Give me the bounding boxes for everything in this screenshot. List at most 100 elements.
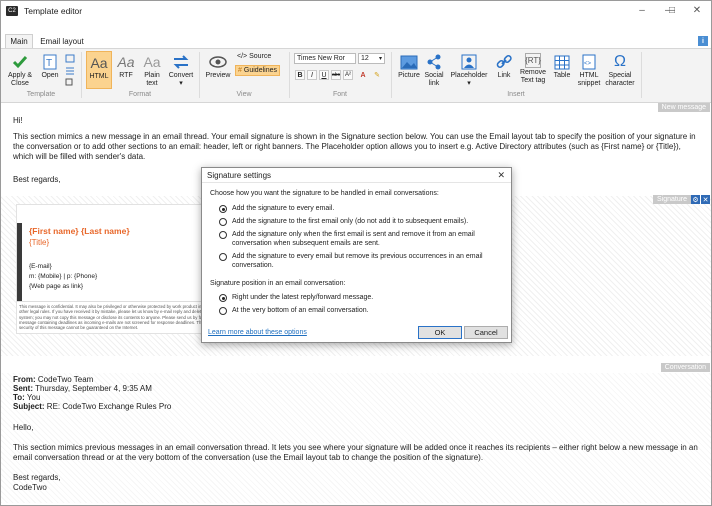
placeholder-person-icon — [459, 53, 479, 71]
new-message-label: New message — [657, 103, 710, 112]
html-format-button[interactable]: Aa HTML — [86, 51, 112, 89]
source-button[interactable]: </> Source — [237, 53, 271, 60]
svg-text:T: T — [46, 58, 52, 69]
preview-button[interactable]: Preview — [204, 53, 232, 80]
ok-button[interactable]: OK — [418, 326, 462, 339]
font-color-icon[interactable]: A — [358, 70, 368, 80]
tab-email-layout[interactable]: Email layout — [39, 34, 85, 48]
group-format-label: Format — [128, 91, 152, 98]
apply-close-button[interactable]: Apply & Close — [5, 53, 35, 88]
link-button[interactable]: Link — [493, 53, 515, 80]
link-chain-icon — [494, 53, 514, 71]
html-label: HTML — [89, 73, 109, 80]
picture-button[interactable]: Picture — [395, 53, 423, 80]
signature-name: {First name} {Last name} — [29, 226, 130, 236]
subject-label: Subject: — [13, 402, 45, 411]
placeholder-button[interactable]: Placeholder ▾ — [449, 53, 489, 88]
conversation-body: This section mimics previous messages in… — [13, 443, 698, 462]
signature-settings-dialog: Signature settings ✕ Choose how you want… — [201, 167, 512, 343]
signature-divider — [17, 301, 229, 302]
ribbon: Apply & Close T Open Template Aa HTML Aa… — [1, 48, 711, 103]
signature-settings-icon[interactable]: ⚙ — [691, 195, 700, 204]
message-regards: Best regards, — [13, 175, 61, 184]
social-link-button[interactable]: Social link — [423, 53, 445, 88]
source-label: </> Source — [237, 53, 272, 60]
open-button[interactable]: T Open — [37, 53, 63, 80]
conversation-label: Conversation — [660, 363, 710, 372]
radio-label: Right under the latest reply/forward mes… — [232, 294, 374, 301]
guidelines-button[interactable]: # Guidelines — [235, 65, 280, 76]
signature-close-icon[interactable]: ✕ — [701, 195, 710, 204]
dialog-title: Signature settings — [207, 170, 272, 180]
highlight-icon[interactable]: ✎ — [372, 70, 382, 80]
social-label: Social link — [424, 72, 444, 87]
radio-dot — [219, 218, 227, 226]
tab-main[interactable]: Main — [5, 34, 33, 48]
from-label: From: — [13, 375, 36, 384]
radio-dot — [219, 294, 227, 302]
radio-very-bottom[interactable]: At the very bottom of an email conversat… — [219, 306, 369, 315]
convert-label: Convert — [168, 72, 194, 79]
radio-under-latest[interactable]: Right under the latest reply/forward mes… — [219, 293, 373, 302]
message-greeting: Hi! — [13, 116, 23, 125]
app-icon: C2 — [6, 5, 18, 16]
dialog-question-1: Choose how you want the signature to be … — [210, 190, 439, 197]
remove-text-tag-button[interactable]: {RT} Remove Text tag — [517, 53, 549, 85]
open-template-icon: T — [40, 53, 60, 71]
font-size-select[interactable]: 12 ▾ — [358, 53, 385, 64]
rtf-aa-icon: Aa — [117, 54, 135, 70]
share-icon — [424, 53, 444, 71]
dialog-question-2: Signature position in an email conversat… — [210, 280, 346, 287]
table-button[interactable]: Table — [551, 53, 573, 80]
strikethrough-button[interactable]: abc — [331, 70, 341, 80]
italic-button[interactable]: I — [307, 70, 317, 80]
placeholder-dropdown-icon: ▾ — [467, 80, 471, 87]
rtf-format-button[interactable]: Aa RTF — [114, 53, 138, 80]
conversation-subject: Subject: RE: CodeTwo Exchange Rules Pro — [13, 402, 171, 412]
template-settings-icon[interactable] — [65, 54, 75, 63]
table-label: Table — [553, 72, 571, 79]
signature-title: {Title} — [29, 238, 50, 247]
radio-every-remove-previous[interactable]: Add the signature to every email but rem… — [219, 252, 504, 270]
template-list-icon[interactable] — [65, 66, 75, 75]
table-icon — [552, 53, 572, 71]
plain-text-button[interactable]: Aa Plain text — [139, 53, 165, 88]
html-aa-icon: Aa — [90, 55, 108, 71]
html-snippet-button[interactable]: <> HTML snippet — [575, 53, 603, 88]
title-bar: C2 Template editor — — [1, 1, 711, 20]
info-icon[interactable]: i — [698, 36, 708, 46]
signature-web: {Web page as link} — [29, 283, 84, 290]
guidelines-label: Guidelines — [243, 67, 277, 74]
radio-first-then-remove[interactable]: Add the signature only when the first em… — [219, 230, 504, 248]
signature-template[interactable]: {First name} {Last name} {Title} {E-mail… — [16, 204, 230, 334]
convert-button[interactable]: Convert ▾ — [167, 53, 195, 88]
superscript-button[interactable]: A² — [343, 70, 353, 80]
learn-more-link[interactable]: Learn more about these options — [208, 329, 307, 336]
radio-every-email[interactable]: Add the signature to every email. — [219, 204, 334, 213]
checkmark-icon — [10, 53, 30, 71]
chevron-down-icon: ▾ — [378, 56, 382, 62]
radio-first-email[interactable]: Add the signature to the first email onl… — [219, 217, 468, 226]
bold-button[interactable]: B — [295, 70, 305, 80]
ribbon-tabs: Main Email layout i — [1, 34, 711, 48]
underline-button[interactable]: U — [319, 70, 329, 80]
close-button[interactable]: ✕ — [682, 1, 711, 20]
remove-tag-label: Remove Text tag — [519, 69, 547, 84]
signature-side-bar — [17, 223, 22, 301]
special-character-button[interactable]: Ω Special character — [603, 53, 637, 88]
minimize-dash[interactable]: – — [627, 1, 657, 20]
dialog-close-icon[interactable]: ✕ — [497, 170, 505, 181]
font-name-select[interactable]: Times New Ror — [294, 53, 356, 64]
sent-label: Sent: — [13, 384, 33, 393]
plain-label: Plain text — [144, 72, 160, 87]
html-snippet-label: HTML snippet — [577, 72, 601, 87]
cancel-button[interactable]: Cancel — [464, 326, 508, 339]
conversation-hello: Hello, — [13, 423, 34, 432]
link-label: Link — [497, 72, 511, 79]
separator — [641, 52, 642, 98]
template-copy-icon[interactable] — [65, 78, 75, 87]
picture-icon — [399, 53, 419, 71]
signature-email: {E-mail} — [29, 263, 52, 270]
radio-dot — [219, 231, 227, 239]
radio-dot — [219, 253, 227, 261]
